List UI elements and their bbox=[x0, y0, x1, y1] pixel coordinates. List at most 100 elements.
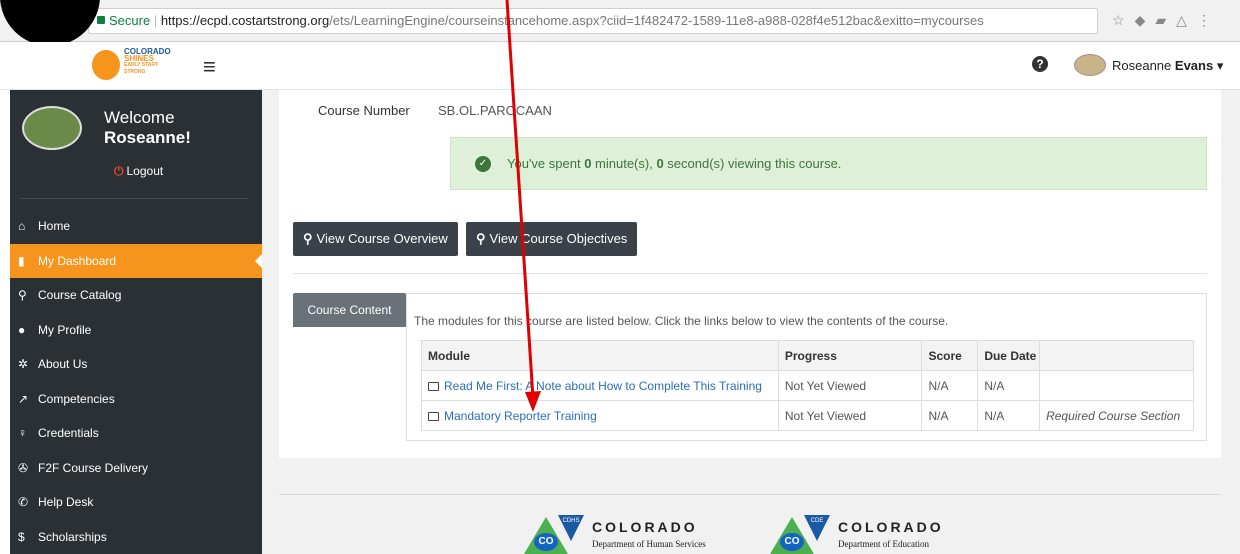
column-header bbox=[1039, 340, 1194, 371]
column-header: Score bbox=[921, 340, 979, 371]
state-name: COLORADO bbox=[592, 519, 698, 535]
time-spent-text: You've spent 0 minute(s), 0 second(s) vi… bbox=[507, 156, 842, 171]
brand-text: COLORADO SHINES EARLY START STRONG bbox=[124, 47, 171, 76]
note-cell: Required Course Section bbox=[1039, 400, 1194, 431]
sidebar-item-label: Scholarships bbox=[38, 529, 107, 544]
hamburger-menu-icon[interactable]: ≡ bbox=[203, 54, 216, 80]
flask-icon: ✇ bbox=[18, 460, 29, 475]
due-date-cell: N/A bbox=[977, 370, 1041, 401]
department-name: Department of Human Services bbox=[592, 539, 706, 549]
search-icon: ⚲ bbox=[476, 231, 486, 246]
sidebar-item-label: Help Desk bbox=[38, 495, 94, 509]
monitor-icon bbox=[428, 381, 439, 391]
department-name: Department of Education bbox=[838, 539, 929, 549]
sidebar-item-label: Competencies bbox=[38, 391, 115, 406]
sidebar-item-my-dashboard[interactable]: ▮ My Dashboard bbox=[10, 243, 263, 278]
sidebar-item-label: My Dashboard bbox=[38, 253, 117, 268]
column-header: Module bbox=[421, 340, 779, 371]
sidebar-item-about-us[interactable]: ✲ About Us bbox=[10, 347, 262, 382]
table-row: Mandatory Reporter Training Not Yet View… bbox=[421, 400, 1194, 431]
footer-divider bbox=[279, 494, 1221, 495]
sidebar-menu: ⌂ Home ▮ My Dashboard ⚲ Course Catalog ● My Pro… bbox=[10, 209, 263, 554]
check-circle-icon: ✓ bbox=[475, 156, 491, 172]
modules-table: Module Progress Score Due Date Read Me F… bbox=[421, 340, 1194, 431]
table-header-row: Module Progress Score Due Date bbox=[421, 340, 1194, 371]
sidebar: Welcome Roseanne! ⏻ Logout ⌂ Home ▮ My Dashb… bbox=[10, 90, 263, 554]
sidebar-item-label: Home bbox=[38, 219, 71, 233]
sun-icon bbox=[92, 50, 120, 80]
note-cell bbox=[1039, 370, 1194, 401]
lock-icon bbox=[97, 16, 105, 24]
view-course-overview-button[interactable]: ⚲ View Course Overview bbox=[293, 222, 458, 256]
due-date-cell: N/A bbox=[977, 400, 1041, 431]
menu-dots-icon[interactable]: ⋮ bbox=[1197, 12, 1221, 28]
phone-icon: ✆ bbox=[18, 495, 29, 509]
logout-link[interactable]: ⏻ Logout bbox=[114, 164, 163, 179]
module-link-read-me-first[interactable]: Read Me First: A Note about How to Compl… bbox=[428, 379, 762, 393]
browser-chrome: ← → C Secure | https://ecpd.costartstron… bbox=[0, 0, 1240, 42]
welcome-message: Welcome Roseanne! bbox=[104, 108, 191, 147]
profile-avatar bbox=[22, 106, 82, 150]
book-icon: ▮ bbox=[18, 253, 25, 268]
app-header: COLORADO SHINES EARLY START STRONG ≡ ? R… bbox=[0, 42, 1240, 90]
score-cell: N/A bbox=[921, 400, 979, 431]
tab-course-content[interactable]: Course Content bbox=[293, 293, 406, 327]
credential-icon: ♀ bbox=[18, 426, 27, 440]
dollar-icon: $ bbox=[18, 529, 25, 544]
star-icon[interactable]: ☆ bbox=[1112, 12, 1135, 28]
sidebar-item-home[interactable]: ⌂ Home bbox=[10, 209, 262, 244]
co-mark: CO bbox=[780, 533, 804, 551]
secure-label: Secure bbox=[109, 13, 151, 28]
progress-cell: Not Yet Viewed bbox=[777, 370, 923, 401]
search-icon: ⚲ bbox=[18, 288, 27, 302]
home-icon: ⌂ bbox=[18, 219, 26, 233]
course-content-description: The modules for this course are listed b… bbox=[414, 314, 949, 328]
column-header: Due Date bbox=[977, 340, 1041, 371]
address-bar[interactable]: Secure | https://ecpd.costartstrong.org/… bbox=[88, 8, 1098, 34]
time-spent-alert: ✓ You've spent 0 minute(s), 0 second(s) … bbox=[450, 137, 1207, 190]
column-header: Progress bbox=[777, 340, 923, 371]
user-icon: ● bbox=[18, 322, 26, 337]
user-avatar[interactable] bbox=[1074, 54, 1106, 76]
course-number-label: Course Number bbox=[318, 103, 410, 118]
colorado-shines-logo[interactable]: COLORADO SHINES EARLY START STRONG bbox=[92, 46, 178, 86]
search-icon: ⚲ bbox=[303, 231, 313, 246]
url-host: https://ecpd.costartstrong.org bbox=[160, 13, 330, 28]
table-row: Read Me First: A Note about How to Compl… bbox=[421, 370, 1194, 401]
url-path: /ets/LearningEngine/courseinstancehome.a… bbox=[329, 13, 984, 28]
co-mark: CO bbox=[534, 533, 558, 551]
extension-icon[interactable]: ◆ bbox=[1135, 12, 1156, 28]
cde-logo[interactable]: CO CDE COLORADO Department of Education bbox=[770, 515, 970, 554]
view-course-objectives-button[interactable]: ⚲ View Course Objectives bbox=[466, 222, 638, 256]
course-number-value: SB.OL.PAROCAAN bbox=[438, 103, 552, 118]
progress-cell: Not Yet Viewed bbox=[777, 400, 923, 431]
sidebar-item-label: Credentials bbox=[38, 426, 99, 440]
module-link-mandatory-reporter-training[interactable]: Mandatory Reporter Training bbox=[428, 409, 597, 423]
sidebar-item-label: My Profile bbox=[38, 322, 92, 337]
sidebar-item-label: About Us bbox=[38, 357, 88, 371]
chart-icon: ↗ bbox=[18, 391, 29, 406]
section-divider bbox=[293, 273, 1207, 274]
info-icon: ✲ bbox=[18, 357, 29, 371]
sidebar-divider bbox=[20, 198, 248, 199]
sidebar-item-f2f-course-delivery[interactable]: ✇ F2F Course Delivery bbox=[10, 451, 262, 486]
module-cell: Read Me First: A Note about How to Compl… bbox=[421, 370, 779, 401]
power-icon: ⏻ bbox=[114, 164, 124, 178]
sidebar-item-label: F2F Course Delivery bbox=[38, 460, 149, 475]
sidebar-item-scholarships[interactable]: $ Scholarships bbox=[10, 520, 262, 554]
cdhs-logo[interactable]: CO CDHS COLORADO Department of Human Ser… bbox=[524, 515, 724, 554]
user-menu[interactable]: Roseanne Evans ▾ bbox=[1112, 58, 1223, 74]
sidebar-item-help-desk[interactable]: ✆ Help Desk bbox=[10, 485, 262, 520]
module-cell: Mandatory Reporter Training bbox=[421, 400, 779, 431]
sidebar-item-label: Course Catalog bbox=[38, 288, 122, 302]
extension-icon[interactable]: ▰ bbox=[1155, 12, 1176, 28]
help-icon[interactable]: ? bbox=[1032, 56, 1048, 72]
state-name: COLORADO bbox=[838, 519, 944, 535]
drive-icon[interactable]: △ bbox=[1176, 12, 1197, 28]
sidebar-item-credentials[interactable]: ♀ Credentials bbox=[10, 416, 262, 451]
sidebar-item-course-catalog[interactable]: ⚲ Course Catalog bbox=[10, 278, 262, 313]
monitor-icon bbox=[428, 411, 439, 421]
score-cell: N/A bbox=[921, 370, 979, 401]
sidebar-item-my-profile[interactable]: ● My Profile bbox=[10, 313, 262, 348]
sidebar-item-competencies[interactable]: ↗ Competencies bbox=[10, 382, 262, 417]
